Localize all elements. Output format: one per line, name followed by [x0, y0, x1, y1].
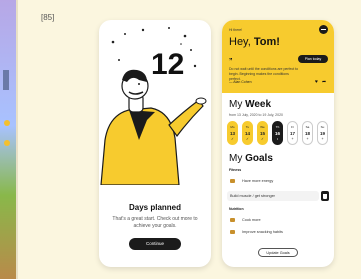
goal-item[interactable]: Improve snacking habits — [227, 227, 319, 237]
plus-icon: + — [306, 137, 309, 141]
hero-card: Hi there! Hey, Tom! Plan today ” Do not … — [222, 20, 334, 93]
greeting-name: Tom! — [253, 36, 280, 48]
week-title: My Week — [229, 99, 271, 110]
dot-icon: • — [276, 137, 279, 141]
coin-shape — [4, 120, 10, 126]
pot-icon — [230, 218, 235, 222]
heart-icon[interactable]: ♥ — [315, 79, 318, 85]
day-number: 17 — [289, 131, 295, 136]
day-pill[interactable]: Tu 14 ✓ — [242, 121, 253, 145]
day-of-week: Mo — [230, 125, 235, 129]
day-pill[interactable]: We 15 ✓ — [257, 121, 268, 145]
goal-label: Cook more — [242, 218, 261, 222]
check-icon: ✓ — [261, 137, 264, 141]
big-number: 12 — [151, 48, 185, 81]
day-of-week: We — [260, 125, 265, 129]
goals-title-prefix: My — [229, 153, 246, 164]
day-number: 16 — [274, 131, 280, 136]
day-number: 18 — [304, 131, 310, 136]
goal-category: Nutrition — [229, 207, 244, 211]
share-icon[interactable]: ➦ — [322, 79, 326, 85]
greeting-prefix: Hey, — [229, 36, 254, 48]
greeting: Hey, Tom! — [229, 36, 280, 48]
goal-label: Improve snacking habits — [242, 230, 283, 234]
day-pill[interactable]: Sa 18 + — [302, 121, 313, 145]
kicker-text: Hi there! — [229, 28, 243, 32]
day-number: 19 — [319, 131, 325, 136]
coin-shape — [4, 140, 10, 146]
day-pill[interactable]: Fr 17 + — [287, 121, 298, 145]
week-title-prefix: My — [229, 99, 246, 110]
check-icon: ✓ — [246, 137, 249, 141]
lightning-icon — [230, 179, 235, 183]
day-of-week: Tu — [245, 125, 250, 129]
day-of-week: Th — [275, 125, 280, 129]
goal-item[interactable]: Have more energy — [227, 176, 319, 186]
goal-label: Have more energy — [242, 179, 274, 183]
day-number: 15 — [259, 131, 265, 136]
day-of-week: Fr — [291, 125, 294, 129]
goal-label: Build muscle / get stronger — [230, 194, 275, 198]
update-goals-button[interactable]: Update Goals — [258, 248, 298, 257]
day-number: 14 — [244, 131, 250, 136]
building-shape — [3, 70, 9, 90]
dashboard-screen: Hi there! Hey, Tom! Plan today ” Do not … — [222, 20, 334, 267]
continue-button[interactable]: Continue — [129, 238, 181, 250]
day-of-week: Su — [320, 125, 325, 129]
day-pill-today[interactable]: Th 16 • — [272, 121, 283, 145]
snack-icon — [230, 230, 235, 234]
quote-author: — Alan Cohen — [229, 80, 252, 84]
days-planned-screen: 12 Days planned That's a great start. Ch… — [99, 20, 211, 267]
adjacent-image-strip — [0, 0, 16, 279]
day-pill[interactable]: Su 19 + — [317, 121, 328, 145]
goal-item-selected[interactable]: Build muscle / get stronger — [227, 191, 319, 201]
plus-icon: + — [321, 137, 324, 141]
goals-title-bold: Goals — [245, 153, 273, 164]
goals-title: My Goals — [229, 153, 273, 164]
check-icon: ✓ — [231, 137, 234, 141]
week-title-bold: Week — [245, 99, 272, 110]
screen-subtitle: That's a great start. Check out more to … — [112, 216, 198, 229]
figure-label: [85] — [41, 13, 55, 22]
goal-item[interactable]: Cook more — [227, 215, 319, 225]
day-of-week: Sa — [305, 125, 310, 129]
date-range: from 13 July, 2020 to 19 July, 2020 — [229, 113, 283, 117]
menu-icon[interactable] — [319, 25, 328, 34]
trash-icon[interactable] — [321, 191, 329, 201]
day-number: 13 — [229, 131, 235, 136]
goal-category: Fitness — [229, 168, 242, 172]
illustration — [100, 27, 207, 185]
quote-icon: ” — [229, 58, 233, 65]
screen-title: Days planned — [128, 203, 181, 212]
day-pill[interactable]: Mo 13 ✓ — [227, 121, 238, 145]
week-day-strip: Mo 13 ✓ Tu 14 ✓ We 15 ✓ Th 16 • Fr 17 + Sa 18 + Su 19… — [227, 121, 331, 147]
plus-icon: + — [291, 137, 294, 141]
plan-today-button[interactable]: Plan today — [298, 55, 328, 63]
